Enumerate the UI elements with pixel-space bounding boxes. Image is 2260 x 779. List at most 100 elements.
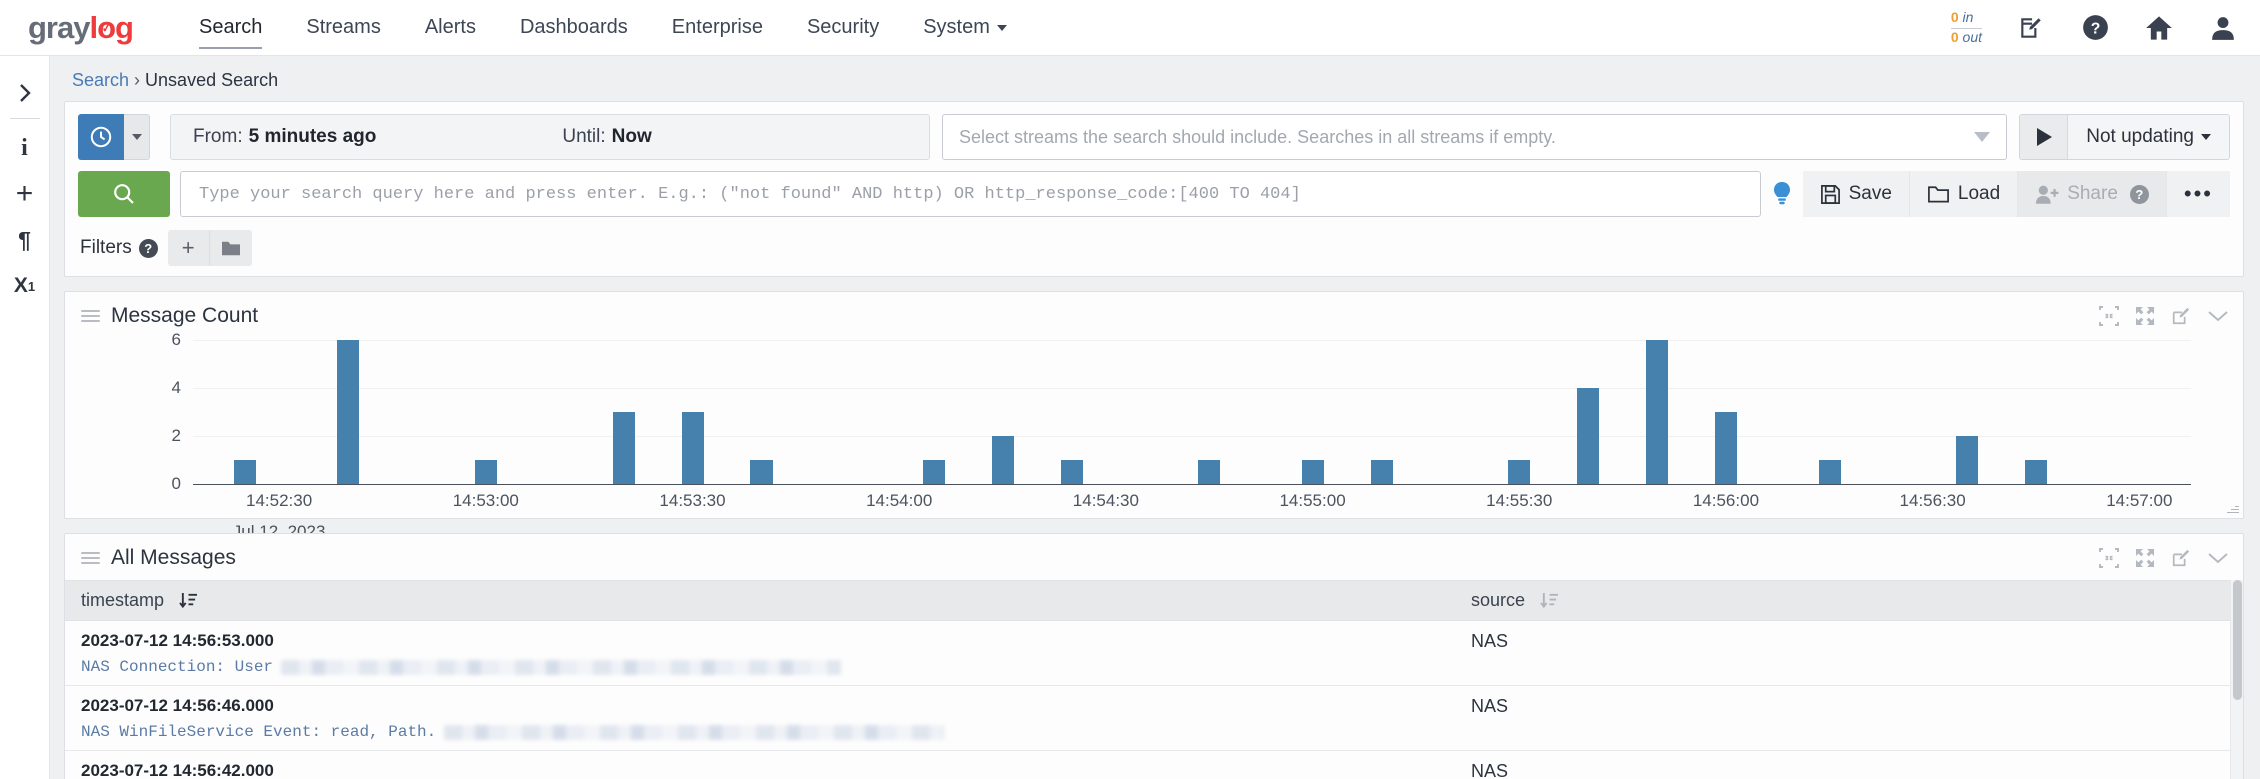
chart-bar-slot[interactable] bbox=[710, 340, 744, 484]
chart-bar[interactable] bbox=[1646, 340, 1669, 484]
chart-bar-slot[interactable] bbox=[779, 340, 813, 484]
chevron-down-icon[interactable] bbox=[2207, 551, 2229, 565]
chart-bar-slot[interactable] bbox=[1640, 340, 1674, 484]
table-row[interactable]: 2023-07-12 14:56:42.000 NAS bbox=[65, 750, 2243, 779]
chart-bar-slot[interactable] bbox=[1812, 340, 1846, 484]
chart-bar-slot[interactable] bbox=[1227, 340, 1261, 484]
chart-bar[interactable] bbox=[1060, 460, 1083, 484]
chart-bar-slot[interactable] bbox=[193, 340, 227, 484]
chart-bar[interactable] bbox=[1198, 460, 1221, 484]
chart-bar-slot[interactable] bbox=[675, 340, 709, 484]
chart-bar-slot[interactable] bbox=[1261, 340, 1295, 484]
chart-bar-slot[interactable] bbox=[1364, 340, 1398, 484]
table-row[interactable]: 2023-07-12 14:56:53.000 NAS Connection: U… bbox=[65, 620, 2243, 686]
drag-handle-icon[interactable] bbox=[81, 310, 100, 322]
chart-bar-slot[interactable] bbox=[1537, 340, 1571, 484]
nav-item-security[interactable]: Security bbox=[785, 0, 901, 56]
save-button[interactable]: Save bbox=[1802, 171, 1910, 217]
chart-bar[interactable] bbox=[1301, 460, 1324, 484]
load-button[interactable]: Load bbox=[1909, 171, 2019, 217]
chart-bar-slot[interactable] bbox=[365, 340, 399, 484]
chart-bar[interactable] bbox=[991, 436, 1014, 484]
chart-bar-slot[interactable] bbox=[641, 340, 675, 484]
nav-item-enterprise[interactable]: Enterprise bbox=[650, 0, 785, 56]
chart-bar-slot[interactable] bbox=[503, 340, 537, 484]
lightbulb-icon[interactable] bbox=[1761, 171, 1803, 217]
edit-icon[interactable] bbox=[2171, 548, 2191, 568]
chart-bar-slot[interactable] bbox=[1606, 340, 1640, 484]
time-range-display[interactable]: From: 5 minutes ago Until: Now bbox=[170, 114, 930, 160]
chart-bar[interactable] bbox=[233, 460, 256, 484]
chart-bar[interactable] bbox=[1577, 388, 1600, 484]
chart-bar-slot[interactable] bbox=[1743, 340, 1777, 484]
add-filter-button[interactable]: + bbox=[167, 230, 210, 266]
chart-bar-slot[interactable] bbox=[1674, 340, 1708, 484]
field-subscript-icon[interactable]: X1 bbox=[3, 263, 47, 309]
chart-bar-slot[interactable] bbox=[1296, 340, 1330, 484]
messages-scrollbar[interactable] bbox=[2230, 580, 2243, 779]
chart-bar-slot[interactable] bbox=[331, 340, 365, 484]
clock-icon-button[interactable] bbox=[78, 114, 124, 160]
nav-item-alerts[interactable]: Alerts bbox=[403, 0, 498, 56]
filter-folder-button[interactable] bbox=[209, 230, 252, 266]
chart-bar-slot[interactable] bbox=[2019, 340, 2053, 484]
sort-descending-icon[interactable] bbox=[1540, 592, 1559, 609]
drag-handle-icon[interactable] bbox=[81, 552, 100, 564]
fullscreen-icon[interactable] bbox=[2135, 548, 2155, 568]
sort-descending-icon[interactable] bbox=[179, 592, 198, 609]
chart-bar-slot[interactable] bbox=[1192, 340, 1226, 484]
chart-bar-slot[interactable] bbox=[2088, 340, 2122, 484]
chart-bar[interactable] bbox=[612, 412, 635, 484]
source-cell[interactable]: NAS bbox=[1455, 750, 2243, 779]
edit-icon[interactable] bbox=[2016, 13, 2046, 43]
chart-bar-slot[interactable] bbox=[744, 340, 778, 484]
chart-bar-slot[interactable] bbox=[813, 340, 847, 484]
search-query-input[interactable]: Type your search query here and press en… bbox=[180, 171, 1761, 217]
chart-bar[interactable] bbox=[474, 460, 497, 484]
home-icon[interactable] bbox=[2144, 13, 2174, 43]
share-help-icon[interactable]: ? bbox=[2129, 184, 2149, 204]
help-icon[interactable]: ? bbox=[2080, 13, 2110, 43]
nav-item-system[interactable]: System bbox=[901, 0, 1029, 56]
chart-bar-slot[interactable] bbox=[2053, 340, 2087, 484]
chevron-down-icon[interactable] bbox=[2207, 309, 2229, 323]
user-avatar-icon[interactable] bbox=[2208, 13, 2238, 43]
filters-help-icon[interactable]: ? bbox=[138, 238, 158, 258]
chart-bar[interactable] bbox=[1370, 460, 1393, 484]
play-icon-button[interactable] bbox=[2020, 115, 2069, 159]
share-button[interactable]: Share ? bbox=[2018, 171, 2167, 217]
expand-sidebar-icon[interactable] bbox=[3, 70, 47, 116]
chart-bar-slot[interactable] bbox=[1089, 340, 1123, 484]
search-submit-button[interactable] bbox=[78, 171, 170, 217]
chart-bar-slot[interactable] bbox=[1330, 340, 1364, 484]
plus-icon[interactable]: + bbox=[3, 171, 47, 217]
chart-bar-slot[interactable] bbox=[917, 340, 951, 484]
chart-bar-slot[interactable] bbox=[1950, 340, 1984, 484]
chart-bar-slot[interactable] bbox=[848, 340, 882, 484]
chart-bar-slot[interactable] bbox=[1847, 340, 1881, 484]
chart-bar-slot[interactable] bbox=[262, 340, 296, 484]
chart-bar[interactable] bbox=[1956, 436, 1979, 484]
chart-bar-slot[interactable] bbox=[2157, 340, 2191, 484]
scrollbar-thumb[interactable] bbox=[2233, 580, 2242, 700]
chart-bar-slot[interactable] bbox=[882, 340, 916, 484]
chart-bar-slot[interactable] bbox=[1571, 340, 1605, 484]
chart-bar[interactable] bbox=[750, 460, 773, 484]
refresh-interval-dropdown[interactable]: Not updating bbox=[2068, 115, 2229, 159]
chart-bar-slot[interactable] bbox=[400, 340, 434, 484]
edit-icon[interactable] bbox=[2171, 306, 2191, 326]
more-actions-button[interactable]: ••• bbox=[2166, 171, 2230, 217]
chart-bar-slot[interactable] bbox=[1468, 340, 1502, 484]
source-cell[interactable]: NAS bbox=[1455, 620, 2243, 686]
breadcrumb-search-link[interactable]: Search bbox=[72, 70, 129, 90]
nav-item-dashboards[interactable]: Dashboards bbox=[498, 0, 650, 56]
chart-bar-slot[interactable] bbox=[606, 340, 640, 484]
chart-bar-slot[interactable] bbox=[951, 340, 985, 484]
chart-bar-slot[interactable] bbox=[1502, 340, 1536, 484]
chart-bar-slot[interactable] bbox=[296, 340, 330, 484]
chart-bar[interactable] bbox=[1715, 412, 1738, 484]
nav-item-streams[interactable]: Streams bbox=[284, 0, 402, 56]
chart-bar-slot[interactable] bbox=[1916, 340, 1950, 484]
graylog-logo[interactable]: gray lo ✓ g bbox=[28, 10, 134, 46]
chart-bar[interactable] bbox=[337, 340, 360, 484]
